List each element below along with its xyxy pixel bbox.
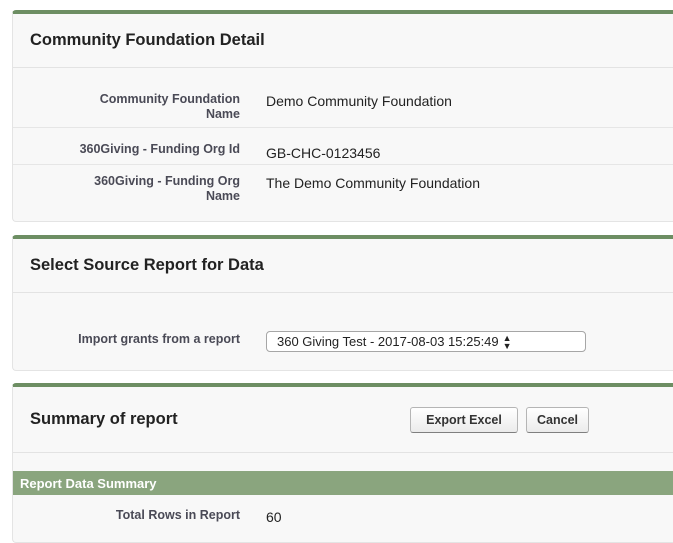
panel-header: Community Foundation Detail [13,14,673,68]
row-divider [13,164,673,165]
import-label: Import grants from a report [78,332,240,346]
total-rows-label: Total Rows in Report [115,508,240,522]
detail-row-foundation-name: Community Foundation Name Demo Community… [13,92,673,122]
field-value: GB-CHC-0123456 [266,145,381,161]
select-source-report-panel: Select Source Report for Data Import gra… [12,235,673,371]
panel-title: Select Source Report for Data [30,256,264,274]
cancel-button[interactable]: Cancel [526,407,589,433]
label-line: 360Giving - Funding Org [94,174,240,188]
field-value: Demo Community Foundation [266,93,452,109]
report-select-value: 360 Giving Test - 2017-08-03 15:25:49 [277,334,499,349]
report-select[interactable]: 360 Giving Test - 2017-08-03 15:25:49 ▲ ▼ [266,331,586,352]
label-line: Name [205,189,240,203]
panel-title: Summary of report [30,410,178,428]
field-label: Community Foundation Name [13,92,242,122]
panel-header: Select Source Report for Data [13,239,673,293]
detail-row-funding-org-id: 360Giving - Funding Org Id GB-CHC-012345… [13,142,673,161]
row-divider [13,127,673,128]
report-data-summary-header: Report Data Summary [13,471,673,495]
field-value: The Demo Community Foundation [266,175,480,191]
panel-title: Community Foundation Detail [30,31,265,49]
field-label: 360Giving - Funding Org Name [13,174,242,204]
summary-of-report-panel: Summary of report Export Excel Cancel Re… [12,383,673,543]
label-line: Community Foundation [99,92,240,106]
detail-row-funding-org-name: 360Giving - Funding Org Name The Demo Co… [13,174,673,204]
label-line: 360Giving - Funding Org Id [79,142,240,156]
total-rows-row: Total Rows in Report 60 [13,508,673,525]
community-foundation-detail-panel: Community Foundation Detail Community Fo… [12,10,673,222]
import-report-row: Import grants from a report 360 Giving T… [13,331,673,352]
total-rows-value: 60 [266,509,282,525]
export-excel-button[interactable]: Export Excel [410,407,518,433]
field-label: 360Giving - Funding Org Id [13,142,242,157]
select-arrows-icon: ▲ ▼ [502,332,512,351]
label-line: Name [205,107,240,121]
